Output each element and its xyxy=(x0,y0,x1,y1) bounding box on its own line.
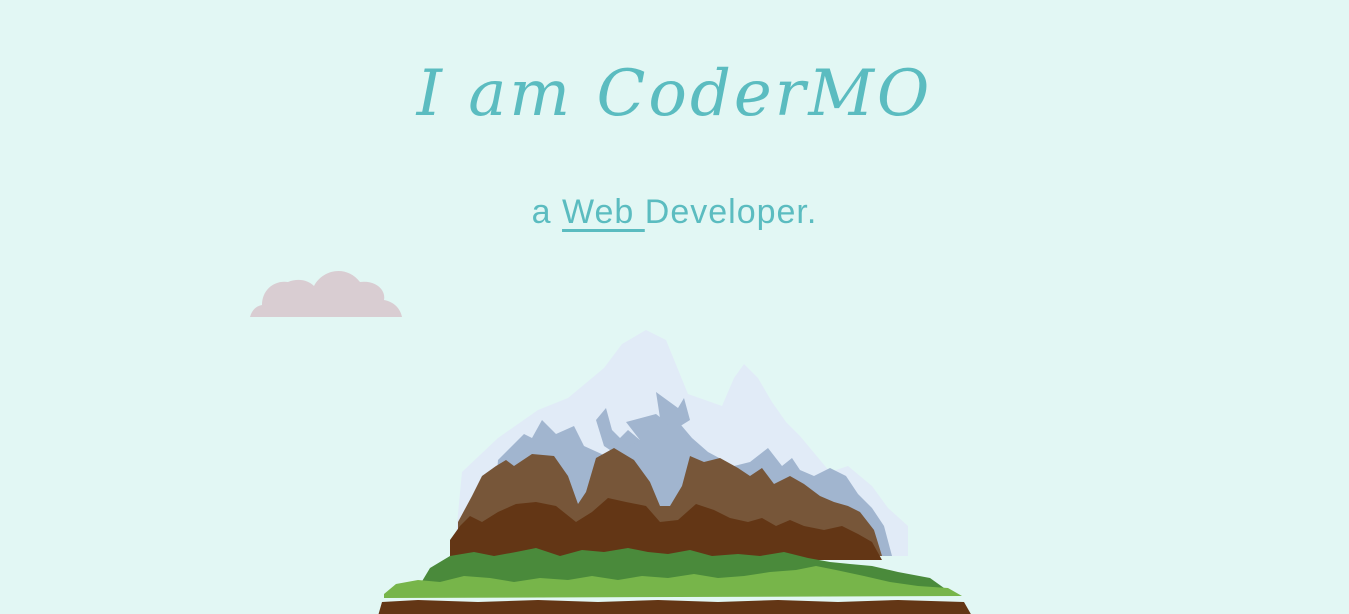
mountain-illustration xyxy=(378,330,971,614)
cloud-shape xyxy=(250,270,402,317)
landing-page: I am CoderMO a Web Developer. xyxy=(0,0,1349,614)
mountain-soil xyxy=(378,600,971,614)
subtitle-suffix: Developer. xyxy=(644,193,818,231)
cloud-illustration xyxy=(250,270,402,317)
web-link[interactable]: Web xyxy=(562,193,645,231)
subtitle-prefix: a xyxy=(531,193,563,231)
hero-subtitle: a Web Developer. xyxy=(0,190,1349,234)
hero-title: I am CoderMO xyxy=(416,57,933,131)
